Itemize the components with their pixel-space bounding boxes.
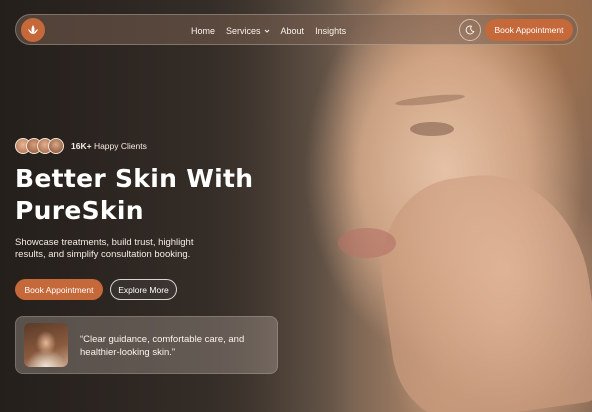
headline-line-2: PureSkin [15,196,144,225]
clients-label: Happy Clients [93,141,147,151]
client-avatars [15,138,64,154]
lotus-icon [28,25,38,34]
headline-line-1: Better Skin With [15,164,254,193]
book-appointment-button[interactable]: Book Appointment [15,279,103,300]
nav-link-insights[interactable]: Insights [315,26,346,36]
avatar [48,138,64,154]
nav-link-label: Services [226,25,261,36]
hero-headline: Better Skin With PureSkin [15,163,315,227]
nav-links: Home Services About Insights [191,15,346,46]
brand-logo[interactable] [21,18,45,42]
top-navbar: Home Services About Insights Book Appoin… [15,14,578,45]
hero-subtext: Showcase treatments, build trust, highli… [15,237,194,261]
nav-book-appointment-button[interactable]: Book Appointment [485,19,573,41]
theme-toggle-button[interactable] [459,19,481,41]
nav-link-label: Insights [315,25,347,36]
nav-link-about[interactable]: About [281,26,305,36]
explore-more-button[interactable]: Explore More [110,279,177,300]
testimonial-photo [24,323,68,367]
nav-link-label: Home [191,25,216,36]
nav-link-home[interactable]: Home [191,26,215,36]
testimonial-quote: “Clear guidance, comfortable care, and h… [80,334,245,358]
clients-count: 16K+ [71,141,92,151]
moon-icon [465,25,475,35]
happy-clients: 16K+ Happy Clients [15,137,147,155]
testimonial-card: “Clear guidance, comfortable care, and h… [15,316,278,374]
chevron-down-icon [264,29,269,33]
nav-link-services[interactable]: Services [226,26,270,36]
nav-link-label: About [280,25,305,36]
clients-caption: 16K+ Happy Clients [71,141,147,151]
